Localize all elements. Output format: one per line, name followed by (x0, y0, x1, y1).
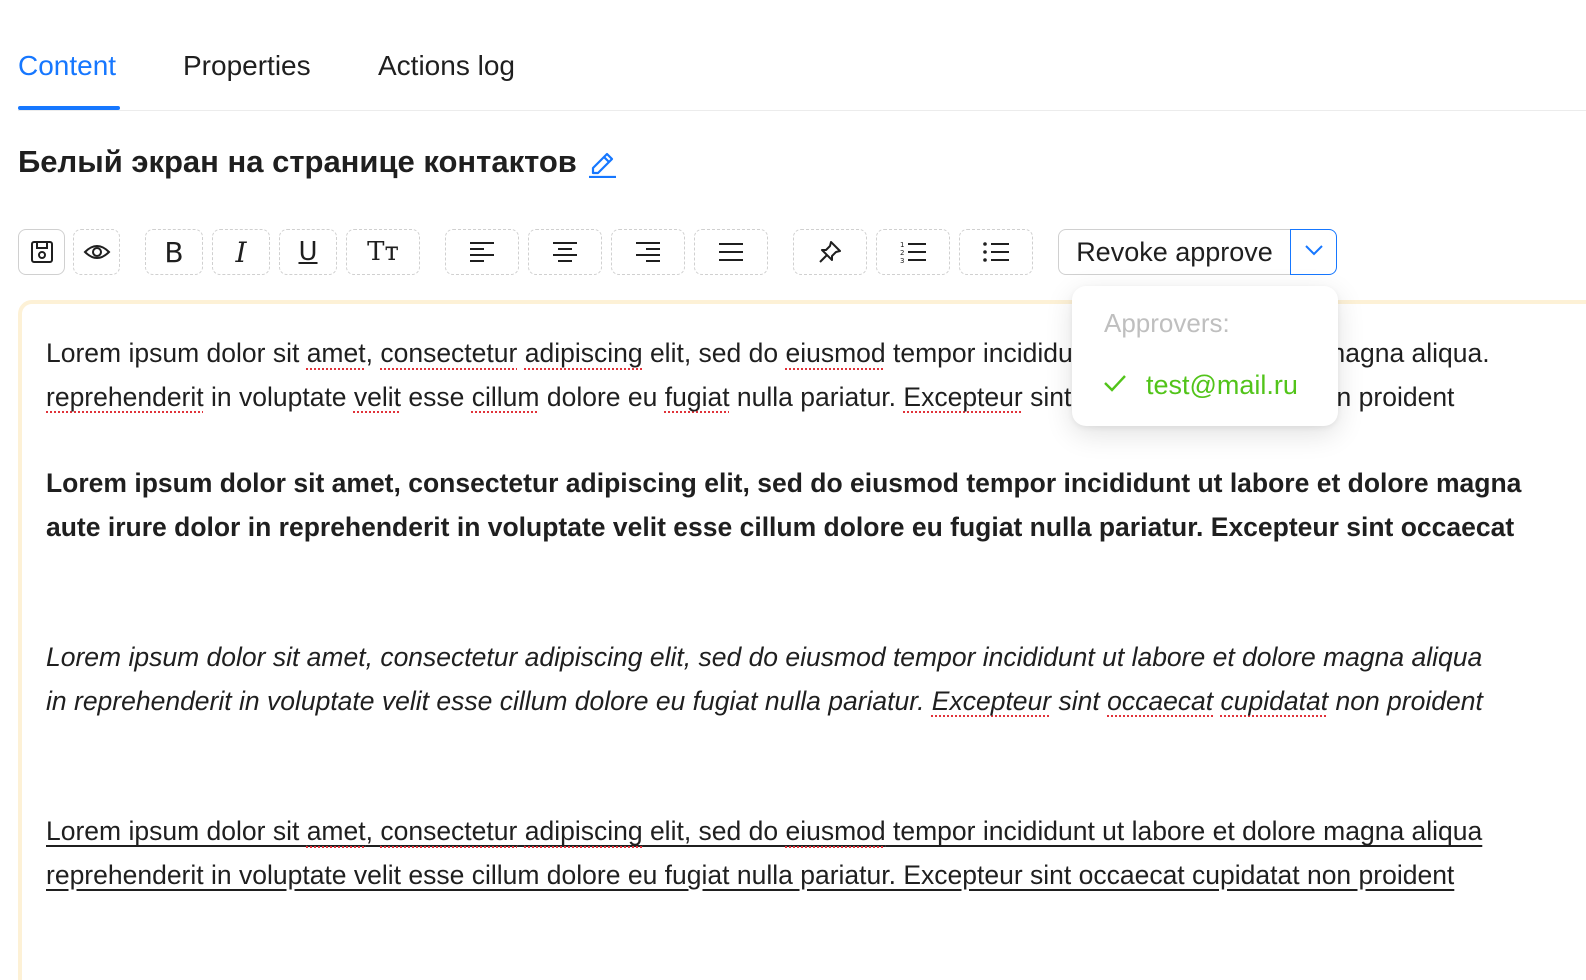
paragraph-bold: Lorem ipsum dolor sit amet, consectetur … (46, 462, 1586, 549)
text-run (517, 338, 524, 368)
misspelled-word: Excepteur (931, 685, 1052, 716)
ordered-list-button[interactable]: 1 2 3 (876, 229, 950, 275)
text-run (517, 816, 524, 846)
align-right-button[interactable] (611, 229, 685, 275)
tab-bar: Content Properties Actions log (18, 0, 1586, 111)
italic-icon: I (235, 235, 247, 269)
unordered-list-icon (982, 239, 1010, 265)
bold-icon: B (164, 235, 184, 269)
tab-properties[interactable]: Properties (183, 48, 311, 84)
text-run: Lorem ipsum dolor sit (46, 338, 307, 368)
approve-dropdown-toggle[interactable] (1290, 229, 1337, 275)
text-run: Lorem ipsum dolor sit (46, 816, 307, 846)
tab-content[interactable]: Content (18, 48, 116, 84)
underline-button[interactable]: U (279, 229, 337, 275)
title-row: Белый экран на странице контактов (18, 144, 617, 180)
text-run: , (365, 816, 381, 846)
misspelled-word: adipiscing (524, 338, 643, 368)
align-left-icon (468, 240, 496, 264)
text-run: reprehenderit in voluptate velit esse ci… (46, 859, 1455, 890)
paragraph-plain: Lorem ipsum dolor sit amet, consectetur … (46, 332, 1586, 419)
pin-button[interactable] (793, 229, 867, 275)
italic-button[interactable]: I (212, 229, 270, 275)
text-run: esse (401, 381, 472, 412)
paragraph-line: Lorem ipsum dolor sit amet, consectetur … (46, 332, 1586, 376)
paragraph-underlined: Lorem ipsum dolor sit amet, consectetur … (46, 810, 1586, 897)
text-run: in voluptate (203, 381, 354, 412)
paragraph-line: aute irure dolor in reprehenderit in vol… (46, 511, 1515, 542)
approver-email: test@mail.ru (1146, 370, 1298, 400)
pencil-edit-icon[interactable] (587, 146, 617, 179)
page: Content Properties Actions log Белый экр… (0, 0, 1586, 980)
ordered-list-icon: 1 2 3 (899, 239, 927, 265)
paragraph-line: in reprehenderit in voluptate velit esse… (46, 680, 1586, 724)
underline-icon: U (298, 237, 318, 267)
revoke-approve-button[interactable]: Revoke approve (1058, 229, 1291, 275)
approvers-dropdown: Approvers: test@mail.ru (1072, 286, 1338, 426)
paragraph-line: Lorem ipsum dolor sit amet, consectetur … (46, 810, 1586, 854)
align-center-icon (551, 240, 579, 264)
text-run: , (365, 338, 381, 368)
eye-icon (83, 242, 111, 262)
align-left-button[interactable] (445, 229, 519, 275)
preview-button[interactable] (73, 229, 120, 275)
bold-button[interactable]: B (145, 229, 203, 275)
text-run: dolore eu (539, 381, 665, 412)
text-run: sint (1051, 685, 1108, 716)
text-run: non proident (1328, 685, 1483, 716)
text-run: sint (1022, 381, 1079, 412)
misspelled-word: adipiscing (524, 816, 643, 846)
paragraph-italic: Lorem ipsum dolor sit amet, consectetur … (46, 636, 1586, 723)
text-size-icon: Tт (367, 237, 399, 267)
check-icon (1102, 373, 1128, 398)
save-icon (29, 239, 55, 265)
misspelled-word: fugiat (664, 381, 730, 412)
misspelled-word: amet (306, 816, 366, 846)
misspelled-word: consectetur (380, 338, 518, 368)
text-run: nulla pariatur. (729, 381, 904, 412)
text-run: elit, sed do (642, 816, 786, 846)
rich-text-editor[interactable]: Lorem ipsum dolor sit amet, consectetur … (18, 300, 1586, 980)
approvers-heading: Approvers: (1104, 308, 1230, 338)
save-button[interactable] (18, 229, 65, 275)
svg-text:3: 3 (900, 257, 904, 265)
align-justify-button[interactable] (694, 229, 768, 275)
misspelled-word: occaecat (1107, 685, 1214, 716)
page-title: Белый экран на странице контактов (18, 144, 577, 179)
approver-item[interactable]: test@mail.ru (1102, 370, 1298, 401)
misspelled-word: Excepteur (903, 381, 1023, 412)
misspelled-word: consectetur (380, 816, 518, 846)
text-run: in reprehenderit in voluptate velit esse… (46, 685, 932, 716)
misspelled-word: amet (306, 338, 366, 368)
svg-text:1: 1 (900, 241, 904, 249)
text-run: elit, sed do (642, 338, 786, 368)
align-right-icon (634, 240, 662, 264)
text-run (1213, 686, 1220, 716)
pin-icon (817, 239, 843, 265)
active-tab-indicator (18, 106, 120, 110)
misspelled-word: cupidatat (1220, 685, 1329, 716)
svg-text:2: 2 (900, 249, 904, 257)
text-run: Lorem ipsum dolor sit amet, consectetur … (46, 642, 1483, 672)
text-size-button[interactable]: Tт (346, 229, 420, 275)
misspelled-word: cillum (471, 381, 540, 412)
unordered-list-button[interactable] (959, 229, 1033, 275)
align-center-button[interactable] (528, 229, 602, 275)
paragraph-line: Lorem ipsum dolor sit amet, consectetur … (46, 636, 1586, 680)
paragraph-line: reprehenderit in voluptate velit esse ci… (46, 854, 1586, 898)
chevron-down-icon (1304, 243, 1324, 261)
text-run: tempor incididunt ut labore et dolore ma… (885, 816, 1483, 846)
paragraph-line: reprehenderit in voluptate velit esse ci… (46, 376, 1586, 420)
misspelled-word: eiusmod (785, 338, 886, 368)
align-justify-icon (717, 240, 745, 264)
misspelled-word: velit (353, 381, 402, 412)
paragraph-line: Lorem ipsum dolor sit amet, consectetur … (46, 468, 1522, 498)
misspelled-word: eiusmod (785, 816, 886, 846)
tab-actions-log[interactable]: Actions log (378, 48, 515, 84)
misspelled-word: reprehenderit (46, 381, 204, 412)
